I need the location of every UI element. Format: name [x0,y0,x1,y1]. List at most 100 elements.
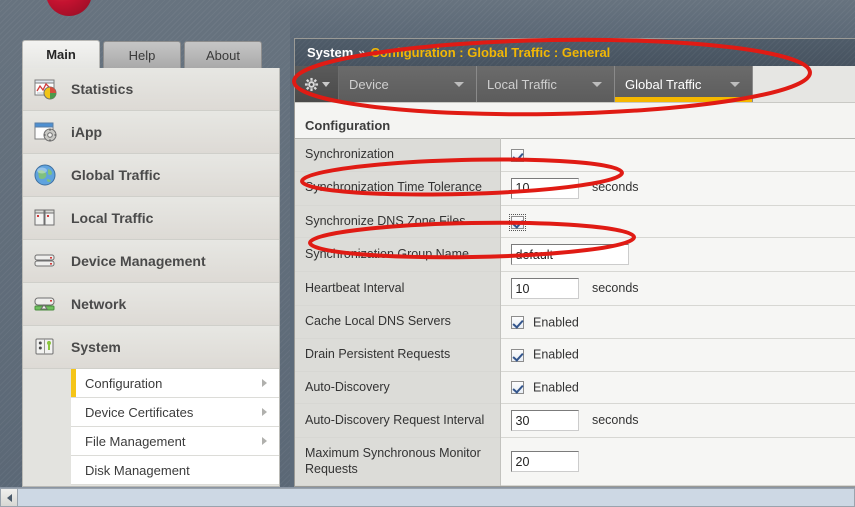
sidebar-subitem-label: Configuration [85,375,163,391]
breadcrumb-trail: Configuration : Global Traffic : General [370,45,611,60]
form-row-label: Synchronize DNS Zone Files [295,205,501,238]
sidebar-item-statistics[interactable]: Statistics [23,68,279,111]
sidebar-item-local-traffic[interactable]: Local Traffic [23,197,279,240]
form-row-label: Synchronization Time Tolerance [295,171,501,206]
form-row-label: Auto-Discovery [295,371,501,404]
network-device-icon [33,292,59,316]
scroll-left-arrow-icon [6,493,12,502]
module-tab-local-traffic[interactable]: Local Traffic [477,66,615,102]
form-row-cache-local-dns-servers: Cache Local DNS Servers Enabled [295,305,855,339]
statistics-chart-icon [33,77,59,101]
sidebar-item-system[interactable]: System [23,326,279,369]
form-row-synchronization-group-name: Synchronization Group Name [295,237,855,272]
checkbox-label: Enabled [532,380,579,395]
auto-discovery-request-interval-input[interactable] [510,410,579,432]
horizontal-scrollbar[interactable] [0,487,855,507]
tabstrip-filler [753,66,855,102]
form-row-auto-discovery-request-interval: Auto-Discovery Request Interval seconds [295,403,855,438]
checkbox-label: Enabled [532,348,579,363]
form-row-value [500,437,855,486]
gear-icon [304,77,318,91]
logo-text: f5 [36,0,70,5]
form-row-label: Cache Local DNS Servers [295,305,501,339]
form-row-maximum-synchronous-monitor-requests: Maximum Synchronous Monitor Requests [295,437,855,486]
sidebar-panel: Statistics iApp Global Traffic Local Tra… [22,68,280,487]
maximum-synchronous-monitor-requests-input[interactable] [510,451,579,473]
unit-label: seconds [591,281,639,296]
breadcrumb-separator: » [358,45,366,60]
breadcrumb: System » Configuration : Global Traffic … [295,39,855,66]
sidebar-item-label: Statistics [71,81,134,97]
scroll-left-button[interactable] [0,488,18,507]
form-row-heartbeat-interval: Heartbeat Interval seconds [295,271,855,306]
sidebar-item-label: Network [71,296,127,312]
sidebar-item-device-management[interactable]: Device Management [23,240,279,283]
auto-discovery-checkbox[interactable] [510,381,524,395]
sidebar-subitem-label: Disk Management [85,462,190,478]
form-row-synchronization: Synchronization [295,138,855,172]
chevron-down-icon [454,82,464,87]
form-row-value: Enabled [500,371,855,404]
form-row-value [500,205,855,238]
section-title: Configuration [305,118,391,133]
sidebar-item-global-traffic[interactable]: Global Traffic [23,154,279,197]
form-row-label: Auto-Discovery Request Interval [295,403,501,438]
unit-label: seconds [591,180,639,195]
sidebar-item-label: iApp [71,124,103,140]
drain-persistent-requests-checkbox[interactable] [510,348,524,362]
synchronization-checkbox[interactable] [510,148,524,162]
sidebar-subitem-configuration[interactable]: Configuration [71,369,279,398]
gear-menu-button[interactable] [295,66,339,102]
synchronize-dns-zone-files-checkbox[interactable] [508,213,526,231]
form-row-synchronization-time-tolerance: Synchronization Time Tolerance seconds [295,171,855,206]
unit-label: seconds [591,412,639,427]
sidebar-subitem-label: Device Certificates [85,404,194,420]
form-row-label: Synchronization [295,138,501,172]
sidebar-item-iapp[interactable]: iApp [23,111,279,154]
system-panel-icon [33,335,59,359]
module-tab-label: Local Traffic [487,76,557,92]
app-window: f5 Main Help About Statistics [0,0,855,507]
chevron-right-icon [262,379,267,387]
form-row-value: seconds [500,171,855,206]
form-row-value: Enabled [500,305,855,339]
module-tab-device[interactable]: Device [339,66,477,102]
form-row-value: seconds [500,271,855,306]
form-row-label: Maximum Synchronous Monitor Requests [295,437,501,486]
chevron-right-icon [262,408,267,416]
module-tab-label: Global Traffic [625,76,702,92]
synchronization-time-tolerance-input[interactable] [510,177,579,199]
iapp-window-gear-icon [33,120,59,144]
heartbeat-interval-input[interactable] [510,278,579,300]
chevron-down-icon [730,82,740,87]
form-row-label: Heartbeat Interval [295,271,501,306]
form-row-synchronize-dns-zone-files: Synchronize DNS Zone Files [295,205,855,238]
sidebar-item-label: Global Traffic [71,167,161,183]
form-row-value [500,237,855,272]
module-tab-label: Device [349,76,389,92]
module-tabstrip: Device Local Traffic Global Traffic [295,66,855,103]
tab-main[interactable]: Main [22,40,100,68]
form-row-drain-persistent-requests: Drain Persistent Requests Enabled [295,338,855,371]
sidebar-subitem-disk-management[interactable]: Disk Management [71,456,279,485]
sidebar-subitem-file-management[interactable]: File Management [71,427,279,456]
configuration-form: Synchronization Synchronization Time Tol… [295,138,855,486]
sidebar-item-label: Local Traffic [71,210,154,226]
f5-logo: f5 [30,0,96,28]
sidebar-item-network[interactable]: Network [23,283,279,326]
form-row-auto-discovery: Auto-Discovery Enabled [295,371,855,404]
scrollbar-track[interactable] [18,488,855,507]
tab-about[interactable]: About [184,41,262,68]
sidebar-subitem-label: File Management [85,433,186,449]
synchronization-group-name-input[interactable] [510,244,629,266]
module-tab-global-traffic[interactable]: Global Traffic [615,66,753,102]
cache-local-dns-servers-checkbox[interactable] [510,315,524,329]
breadcrumb-root: System [307,45,354,60]
checkbox-label: Enabled [532,315,579,330]
form-row-value [500,138,855,172]
content-panel: System » Configuration : Global Traffic … [294,38,855,487]
tab-help[interactable]: Help [103,41,181,68]
sidebar-subitem-device-certificates[interactable]: Device Certificates [71,398,279,427]
form-row-label: Drain Persistent Requests [295,338,501,371]
chevron-right-icon [262,437,267,445]
